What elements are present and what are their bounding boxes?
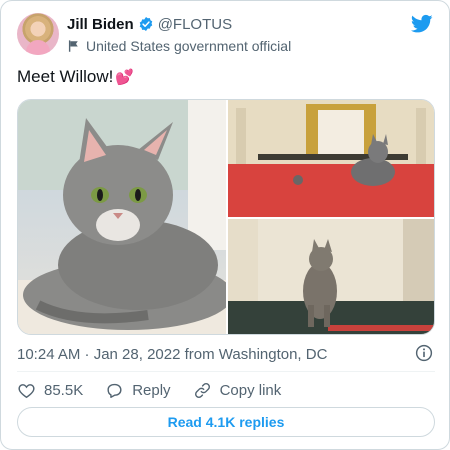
- cat-red-carpet-illustration: [228, 100, 434, 217]
- author-display-name[interactable]: Jill Biden: [67, 16, 134, 33]
- tweet-card: Jill Biden @FLOTUS United States governm…: [0, 0, 450, 450]
- author-info: Jill Biden @FLOTUS United States governm…: [67, 15, 291, 55]
- author-avatar[interactable]: [17, 13, 59, 55]
- copy-link-button[interactable]: Copy link: [193, 381, 282, 400]
- author-handle[interactable]: @FLOTUS: [158, 16, 232, 33]
- photo-cat-windowsill[interactable]: [18, 100, 226, 334]
- read-replies-button[interactable]: Read 4.1K replies: [17, 407, 435, 437]
- reply-button[interactable]: Reply: [105, 381, 171, 400]
- tweet-header: Jill Biden @FLOTUS United States governm…: [17, 13, 435, 57]
- cat-hallway-illustration: [228, 219, 434, 334]
- reply-label: Reply: [132, 381, 171, 399]
- tweet-actions: 85.5K Reply Copy link: [17, 379, 303, 401]
- tweet-timestamp[interactable]: 10:24 AM · Jan 28, 2022 from Washington,…: [17, 346, 327, 363]
- reply-icon: [107, 383, 122, 398]
- heart-icon: [18, 383, 35, 398]
- like-button[interactable]: 85.5K: [17, 381, 83, 400]
- photo-cat-hallway[interactable]: [228, 219, 434, 334]
- verified-badge-icon: [139, 17, 152, 31]
- like-count: 85.5K: [44, 381, 84, 399]
- government-flag-icon: [68, 40, 78, 52]
- tweet-text: Meet Willow! 💕: [17, 66, 134, 89]
- info-icon[interactable]: [415, 344, 433, 362]
- two-hearts-emoji: 💕: [115, 69, 135, 86]
- tweet-media-grid: [17, 99, 435, 335]
- tweet-meta: 10:24 AM · Jan 28, 2022 from Washington,…: [17, 344, 435, 364]
- photo-cat-red-carpet[interactable]: [228, 100, 434, 217]
- tweet-body: Meet Willow!: [17, 67, 114, 86]
- divider: [17, 371, 435, 372]
- cat-windowsill-illustration: [18, 100, 226, 334]
- link-icon: [194, 382, 210, 398]
- government-label: United States government official: [86, 38, 292, 54]
- copy-link-label: Copy link: [219, 381, 282, 399]
- twitter-bird-icon[interactable]: [411, 14, 433, 34]
